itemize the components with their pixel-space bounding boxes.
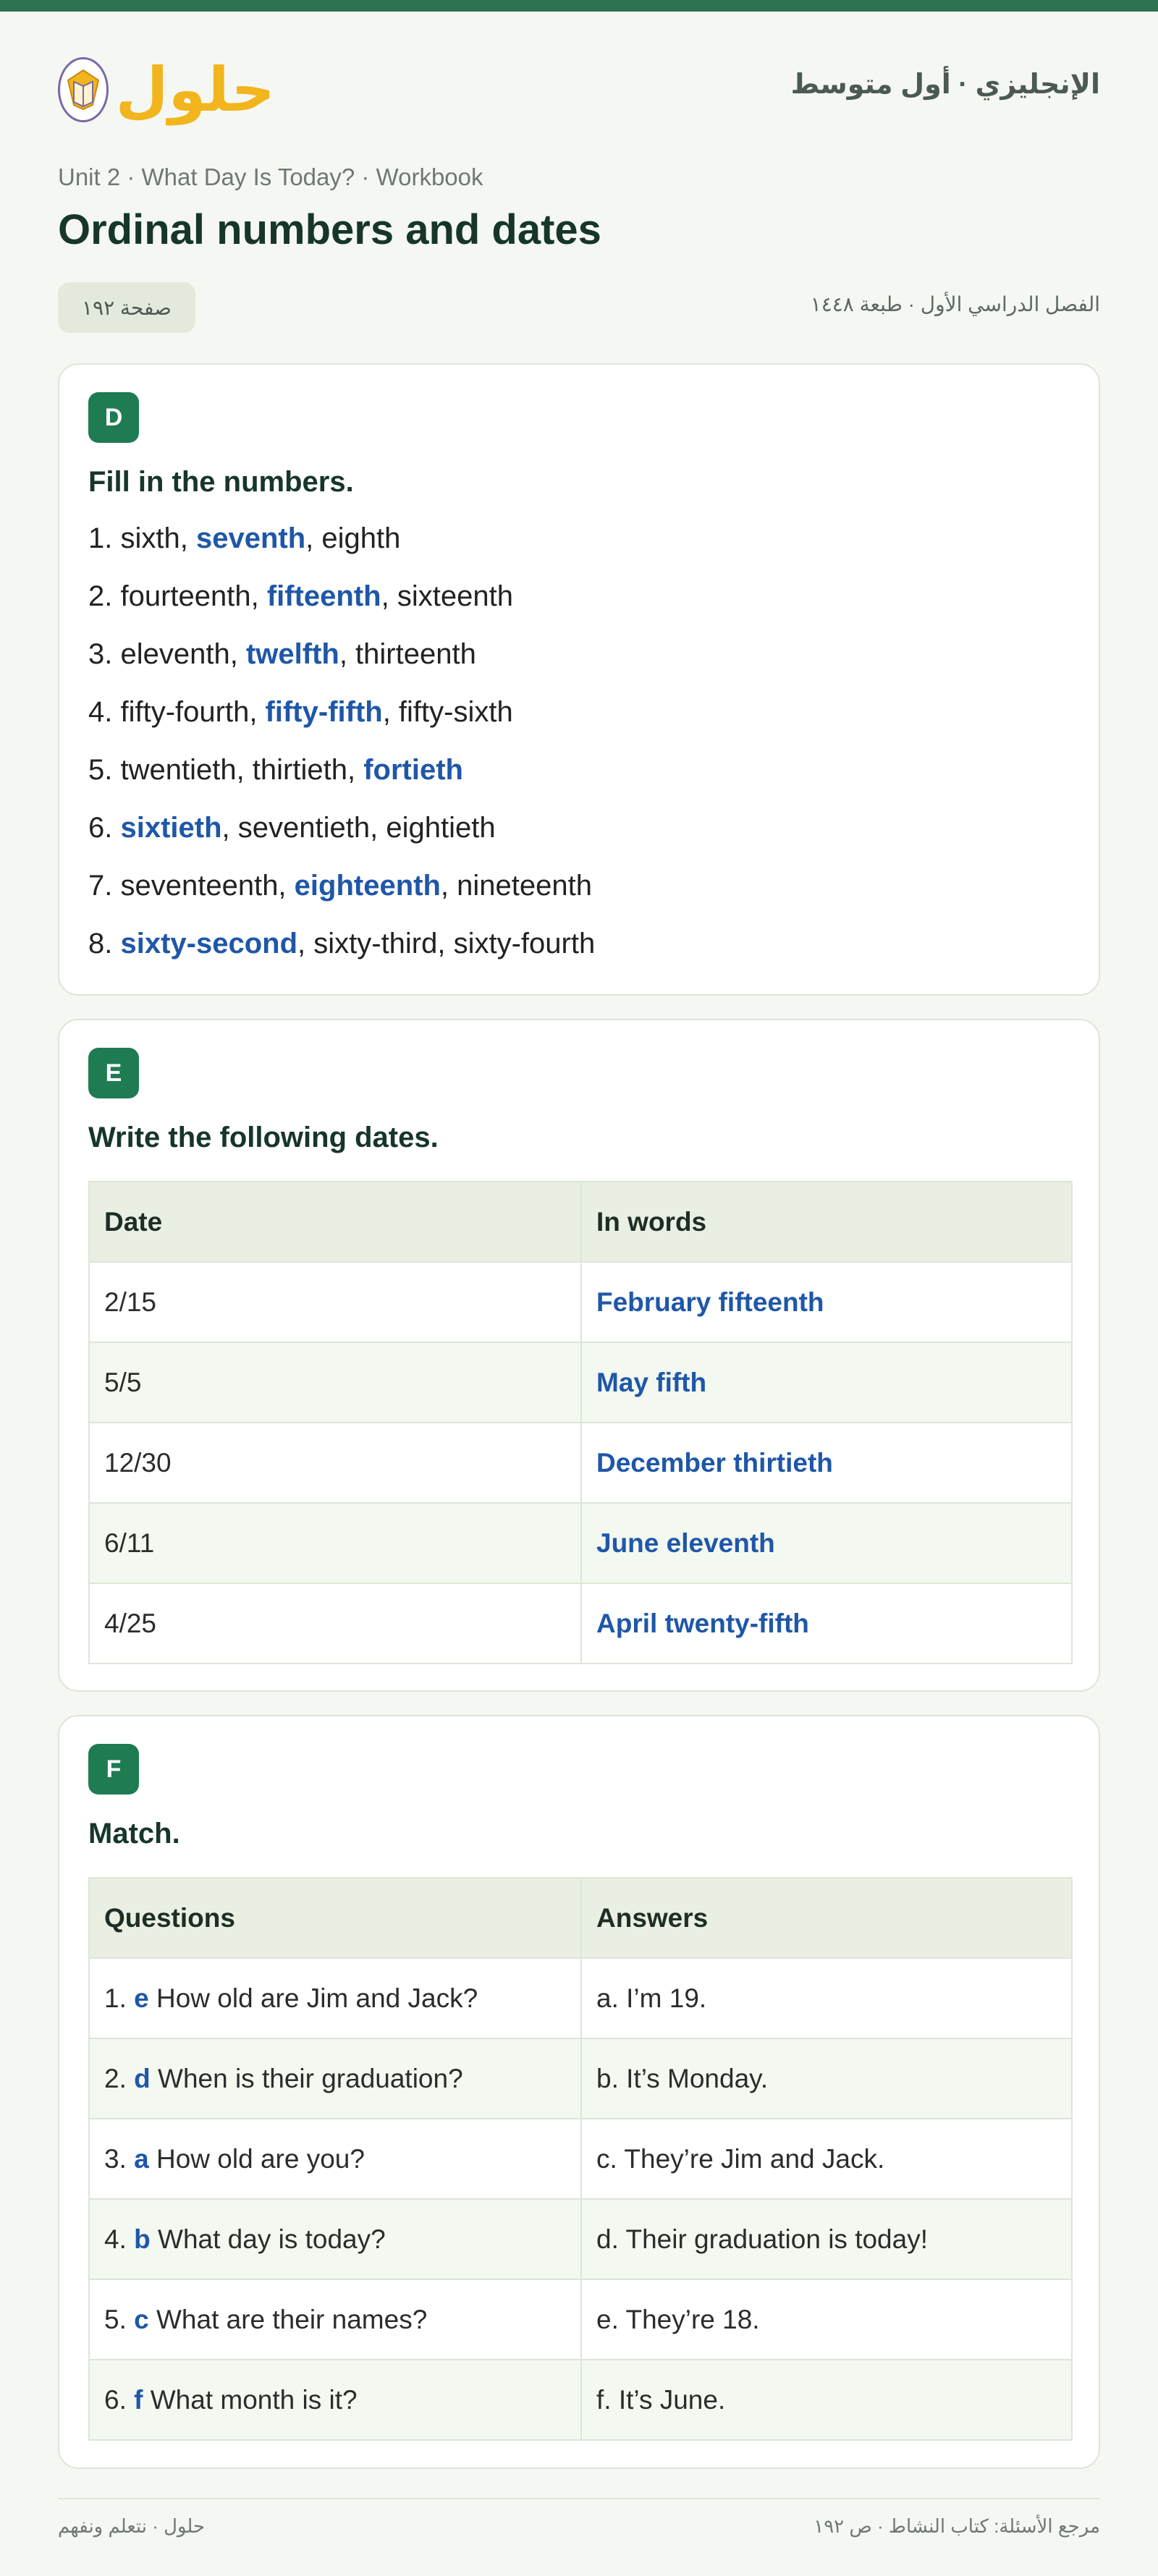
answer-text: April twenty-fifth bbox=[596, 1608, 809, 1638]
match-letter: d bbox=[134, 2063, 151, 2093]
question-cell: 2. d When is their graduation? bbox=[88, 2038, 582, 2119]
table-row: 3. a How old are you? c. They’re Jim and … bbox=[88, 2118, 1073, 2200]
footer-reference: مرجع الأسئلة: كتاب النشاط · ص ١٩٢ bbox=[813, 2515, 1100, 2537]
table-row: 6/11 June eleventh bbox=[88, 1502, 1073, 1584]
answer-text: fortieth bbox=[363, 754, 463, 786]
table-row: 2/15 February fifteenth bbox=[88, 1261, 1073, 1343]
list-item: 2. fourteenth, fifteenth, sixteenth bbox=[88, 580, 513, 612]
column-header-answers: Answers bbox=[580, 1877, 1073, 1959]
section-instruction: Match. bbox=[88, 1818, 180, 1850]
list-item: 6. sixtieth, seventieth, eightieth bbox=[88, 812, 496, 844]
match-letter: a bbox=[134, 2143, 149, 2174]
section-instruction: Fill in the numbers. bbox=[88, 466, 354, 498]
words-cell: February fifteenth bbox=[580, 1261, 1073, 1343]
answer-text: sixty-second bbox=[120, 928, 298, 959]
words-cell: May fifth bbox=[580, 1342, 1073, 1423]
date-cell: 4/25 bbox=[88, 1583, 582, 1664]
question-cell: 4. b What day is today? bbox=[88, 2198, 582, 2280]
answer-cell: b. It’s Monday. bbox=[580, 2038, 1073, 2119]
edition-label: الفصل الدراسي الأول · طبعة ١٤٤٨ bbox=[810, 293, 1100, 315]
fill-in-list: 1. sixth, seventh, eighth 2. fourteenth,… bbox=[88, 509, 595, 973]
list-item: 3. eleventh, twelfth, thirteenth bbox=[88, 638, 476, 670]
list-item: 5. twentieth, thirtieth, fortieth bbox=[88, 754, 463, 786]
table-header-row: Questions Answers bbox=[88, 1877, 1073, 1959]
date-cell: 2/15 bbox=[88, 1261, 582, 1343]
section-letter-badge: E bbox=[88, 1048, 139, 1098]
answer-cell: a. I’m 19. bbox=[580, 1957, 1073, 2039]
column-header-questions: Questions bbox=[88, 1877, 582, 1959]
breadcrumb: Unit 2 · What Day Is Today? · Workbook bbox=[58, 164, 483, 190]
answer-text: May fifth bbox=[596, 1367, 707, 1397]
answer-text: fifteenth bbox=[266, 580, 381, 612]
question-cell: 6. f What month is it? bbox=[88, 2359, 582, 2441]
footer-tagline: حلول · نتعلم ونفهم bbox=[58, 2515, 206, 2537]
answer-text: June eleventh bbox=[596, 1528, 775, 1558]
date-cell: 5/5 bbox=[88, 1342, 582, 1423]
brand-logo[interactable]: حلول bbox=[58, 46, 275, 133]
answer-cell: d. Their graduation is today! bbox=[580, 2198, 1073, 2280]
table-row: 4. b What day is today? d. Their graduati… bbox=[88, 2198, 1073, 2280]
dates-table: Date In words 2/15 February fifteenth 5/5… bbox=[88, 1181, 1073, 1664]
match-letter: c bbox=[134, 2304, 149, 2334]
table-header-row: Date In words bbox=[88, 1181, 1073, 1263]
section-f-card: F Match. Questions Answers 1. e How old … bbox=[58, 1715, 1100, 2469]
answer-cell: e. They’re 18. bbox=[580, 2279, 1073, 2360]
question-cell: 1. e How old are Jim and Jack? bbox=[88, 1957, 582, 2039]
answer-cell: c. They’re Jim and Jack. bbox=[580, 2118, 1073, 2200]
table-row: 1. e How old are Jim and Jack? a. I’m 19. bbox=[88, 1957, 1073, 2039]
question-cell: 5. c What are their names? bbox=[88, 2279, 582, 2360]
top-accent-bar bbox=[0, 0, 1158, 12]
list-item: 7. seventeenth, eighteenth, nineteenth bbox=[88, 870, 592, 902]
section-letter-badge: F bbox=[88, 1744, 139, 1795]
words-cell: April twenty-fifth bbox=[580, 1583, 1073, 1664]
answer-text: eighteenth bbox=[294, 870, 441, 902]
answer-text: seventh bbox=[195, 522, 306, 554]
answer-cell: f. It’s June. bbox=[580, 2359, 1073, 2441]
answer-text: sixtieth bbox=[120, 812, 222, 844]
question-cell: 3. a How old are you? bbox=[88, 2118, 582, 2200]
page-header: حلول الإنجليزي · أول متوسط bbox=[58, 46, 1100, 133]
words-cell: December thirtieth bbox=[580, 1422, 1073, 1504]
table-row: 5/5 May fifth bbox=[88, 1342, 1073, 1423]
answer-text: twelfth bbox=[245, 638, 339, 670]
date-cell: 12/30 bbox=[88, 1422, 582, 1504]
match-letter: e bbox=[134, 1983, 149, 2013]
table-row: 2. d When is their graduation? b. It’s Mo… bbox=[88, 2038, 1073, 2119]
list-item: 8. sixty-second, sixty-third, sixty-four… bbox=[88, 928, 596, 959]
list-item: 4. fifty-fourth, fifty-fifth, fifty-sixt… bbox=[88, 696, 513, 728]
answer-text: December thirtieth bbox=[596, 1447, 833, 1478]
section-letter-badge: D bbox=[88, 392, 139, 443]
match-letter: f bbox=[134, 2384, 143, 2415]
answer-text: February fifteenth bbox=[596, 1287, 824, 1317]
answer-text: fifty-fifth bbox=[265, 696, 383, 728]
section-d-card: D Fill in the numbers. 1. sixth, seventh… bbox=[58, 363, 1100, 996]
match-letter: b bbox=[134, 2224, 151, 2254]
column-header-words: In words bbox=[580, 1181, 1073, 1263]
logo-wordmark: حلول bbox=[115, 54, 275, 125]
words-cell: June eleventh bbox=[580, 1502, 1073, 1584]
book-icon bbox=[58, 57, 109, 122]
subject-title: الإنجليزي · أول متوسط bbox=[790, 69, 1100, 100]
table-row: 6. f What month is it? f. It’s June. bbox=[88, 2359, 1073, 2441]
table-row: 4/25 April twenty-fifth bbox=[88, 1583, 1073, 1664]
footer-divider bbox=[58, 2498, 1100, 2499]
column-header-date: Date bbox=[88, 1181, 582, 1263]
section-instruction: Write the following dates. bbox=[88, 1122, 439, 1153]
list-item: 1. sixth, seventh, eighth bbox=[88, 522, 401, 554]
page-number-badge: صفحة ١٩٢ bbox=[58, 282, 195, 333]
section-e-card: E Write the following dates. Date In wor… bbox=[58, 1019, 1100, 1692]
date-cell: 6/11 bbox=[88, 1502, 582, 1584]
page-title: Ordinal numbers and dates bbox=[58, 206, 601, 253]
match-table: Questions Answers 1. e How old are Jim a… bbox=[88, 1877, 1073, 2441]
table-row: 12/30 December thirtieth bbox=[88, 1422, 1073, 1504]
table-row: 5. c What are their names? e. They’re 18. bbox=[88, 2279, 1073, 2360]
